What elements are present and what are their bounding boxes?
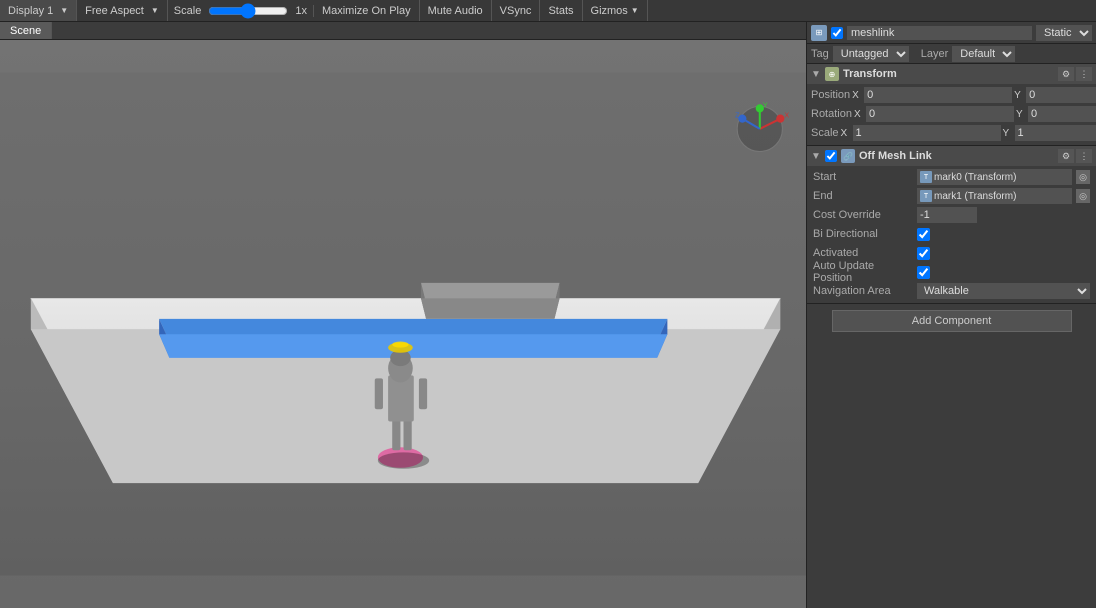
layer-dropdown[interactable]: Default [952,46,1015,62]
vsync-button[interactable]: VSync [492,0,541,21]
svg-text:Z: Z [735,112,740,120]
off-mesh-link-body: Start T mark0 (Transform) ◎ End T mark1 … [807,166,1096,303]
nav-area-dropdown[interactable]: Walkable [917,283,1090,299]
off-mesh-link-menu-button[interactable]: ⋮ [1076,149,1092,163]
toolbar: Display 1 ▼ Free Aspect ▼ Scale 1x Maxim… [0,0,1096,22]
transform-ref-icon: T [920,171,932,183]
scale-value: 1x [295,5,307,17]
maximize-on-play-button[interactable]: Maximize On Play [314,0,420,21]
rotation-row: Rotation X Y Z [811,105,1092,123]
off-mesh-link-header[interactable]: ▼ 🔗 Off Mesh Link ⚙ ⋮ [807,146,1096,166]
tag-layer-row: Tag Untagged Layer Default [807,44,1096,64]
end-object-ref: T mark1 (Transform) [917,188,1072,204]
chevron-down-icon: ▼ [151,6,159,15]
display-selector[interactable]: Display 1 ▼ [0,0,77,21]
tag-dropdown[interactable]: Untagged [833,46,909,62]
add-component-button[interactable]: Add Component [832,310,1072,332]
object-icon: ⊞ [811,25,827,41]
scene-tab-bar: Scene [0,22,806,40]
stats-button[interactable]: Stats [540,0,582,21]
scale-y-input[interactable] [1015,125,1096,141]
off-mesh-link-title: Off Mesh Link [859,150,1054,162]
transform-ref-icon: T [920,190,932,202]
transform-buttons: ⚙ ⋮ [1058,67,1092,81]
scale-x-input[interactable] [853,125,1001,141]
bi-directional-checkbox[interactable] [917,228,930,241]
object-name-input[interactable] [847,26,1032,40]
start-field-row: Start T mark0 (Transform) ◎ [811,168,1092,186]
scale-slider[interactable] [208,6,288,16]
fold-icon: ▼ [811,151,821,162]
rotation-xyz: X Y Z [854,106,1096,122]
off-mesh-link-settings-button[interactable]: ⚙ [1058,149,1074,163]
cost-override-input[interactable] [917,207,977,223]
transform-title: Transform [843,68,1054,80]
off-mesh-link-enabled-checkbox[interactable] [825,150,837,162]
rotation-y-input[interactable] [1028,106,1096,122]
off-mesh-link-buttons: ⚙ ⋮ [1058,149,1092,163]
position-x-input[interactable] [864,87,1012,103]
position-row: Position X Y Z [811,86,1092,104]
cost-override-field-row: Cost Override [811,206,1092,224]
transform-header[interactable]: ▼ ⊕ Transform ⚙ ⋮ [807,64,1096,84]
scene-canvas[interactable]: X Y Z [0,40,806,608]
start-select-button[interactable]: ◎ [1076,170,1090,184]
object-active-checkbox[interactable] [831,27,843,39]
inspector-header: ⊞ Static [807,22,1096,44]
main-content: Scene [0,22,1096,608]
transform-body: Position X Y Z Rotation X [807,84,1096,145]
scene-view: Scene [0,22,806,608]
tab-scene[interactable]: Scene [0,22,52,39]
auto-update-checkbox[interactable] [917,266,930,279]
svg-text:Y: Y [763,101,768,109]
start-object-ref: T mark0 (Transform) [917,169,1072,185]
off-mesh-link-icon: 🔗 [841,149,855,163]
svg-text:X: X [784,112,789,120]
display-label: Display 1 [8,5,53,17]
end-field-row: End T mark1 (Transform) ◎ [811,187,1092,205]
transform-settings-button[interactable]: ⚙ [1058,67,1074,81]
mute-audio-button[interactable]: Mute Audio [420,0,492,21]
rotation-x-input[interactable] [866,106,1014,122]
transform-component: ▼ ⊕ Transform ⚙ ⋮ Position X Y [807,64,1096,146]
chevron-down-icon: ▼ [631,6,639,15]
nav-area-field-row: Navigation Area Walkable [811,282,1092,300]
scale-label: Scale [174,5,202,17]
auto-update-field-row: Auto Update Position [811,263,1092,281]
chevron-down-icon: ▼ [60,6,68,15]
transform-icon: ⊕ [825,67,839,81]
scale-xyz: X Y Z [841,125,1096,141]
fold-icon: ▼ [811,69,821,80]
static-dropdown[interactable]: Static [1036,25,1092,41]
scale-control: Scale 1x [168,5,314,17]
inspector-panel: ⊞ Static Tag Untagged Layer Default ▼ [806,22,1096,608]
position-y-input[interactable] [1026,87,1096,103]
bi-directional-field-row: Bi Directional [811,225,1092,243]
transform-menu-button[interactable]: ⋮ [1076,67,1092,81]
off-mesh-link-component: ▼ 🔗 Off Mesh Link ⚙ ⋮ Start T mark0 (Tra… [807,146,1096,304]
scene-3d: X Y Z [0,40,806,608]
scale-row: Scale X Y Z [811,124,1092,142]
aspect-label: Free Aspect [85,5,144,17]
gizmos-button[interactable]: Gizmos ▼ [583,0,648,21]
end-select-button[interactable]: ◎ [1076,189,1090,203]
activated-checkbox[interactable] [917,247,930,260]
scene-svg: X Y Z [0,40,806,608]
aspect-selector[interactable]: Free Aspect ▼ [77,0,168,21]
position-xyz: X Y Z [852,87,1096,103]
